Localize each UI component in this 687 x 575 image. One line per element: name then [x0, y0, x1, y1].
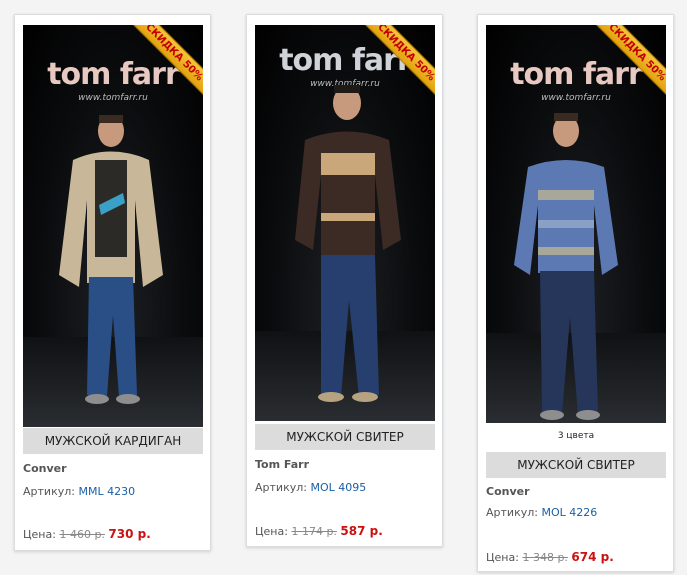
sku-link[interactable]: MOL 4226 [541, 506, 597, 519]
discount-label: СКИДКА 50% [357, 25, 435, 103]
old-price: 1 174 р. [291, 525, 337, 538]
sku-link[interactable]: MOL 4095 [310, 481, 366, 494]
product-sku: Артикул: MOL 4095 [255, 481, 366, 494]
product-brand: Conver [23, 462, 67, 475]
discount-label: СКИДКА 50% [588, 25, 666, 103]
product-price: Цена: 1 348 р. 674 р. [486, 550, 614, 564]
product-brand: Conver [486, 485, 530, 498]
product-card[interactable]: tom farr www.tomfarr.ru СКИДКА 50% МУЖСК… [14, 14, 211, 551]
price-label: Цена: [23, 528, 56, 541]
sku-link[interactable]: MML 4230 [78, 485, 135, 498]
discount-label: СКИДКА 50% [125, 25, 203, 103]
product-price: Цена: 1 174 р. 587 р. [255, 524, 383, 538]
old-price: 1 348 р. [522, 551, 568, 564]
product-name[interactable]: МУЖСКОЙ СВИТЕР [255, 424, 435, 450]
product-brand: Tom Farr [255, 458, 310, 471]
product-photo[interactable]: tom farr www.tomfarr.ru СКИДКА 50% [255, 25, 435, 421]
price-label: Цена: [486, 551, 519, 564]
product-card[interactable]: tom farr www.tomfarr.ru СКИДКА 50% МУЖСК… [246, 14, 443, 547]
product-photo[interactable]: tom farr www.tomfarr.ru СКИДКА 50% [23, 25, 203, 427]
product-name[interactable]: МУЖСКОЙ СВИТЕР [486, 452, 666, 478]
discount-ribbon: СКИДКА 50% [125, 25, 203, 103]
sku-label: Артикул: [486, 506, 538, 519]
sku-label: Артикул: [23, 485, 75, 498]
product-card[interactable]: tom farr www.tomfarr.ru СКИДКА 50% 3 цве… [477, 14, 674, 572]
old-price: 1 460 р. [59, 528, 105, 541]
new-price: 674 р. [571, 550, 614, 564]
price-label: Цена: [255, 525, 288, 538]
new-price: 730 р. [108, 527, 151, 541]
sku-label: Артикул: [255, 481, 307, 494]
product-price: Цена: 1 460 р. 730 р. [23, 527, 151, 541]
discount-ribbon: СКИДКА 50% [357, 25, 435, 103]
product-photo[interactable]: tom farr www.tomfarr.ru СКИДКА 50% [486, 25, 666, 423]
discount-ribbon: СКИДКА 50% [588, 25, 666, 103]
product-sku: Артикул: MOL 4226 [486, 506, 597, 519]
colors-count[interactable]: 3 цвета [486, 424, 666, 448]
product-sku: Артикул: MML 4230 [23, 485, 135, 498]
product-name[interactable]: МУЖСКОЙ КАРДИГАН [23, 428, 203, 454]
new-price: 587 р. [340, 524, 383, 538]
